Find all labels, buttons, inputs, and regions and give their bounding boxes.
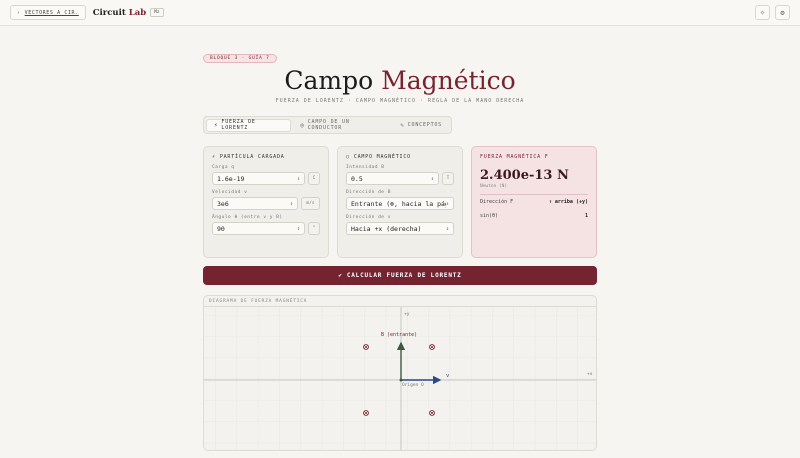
result-card-title: FUERZA MAGNÉTICA F <box>480 154 549 160</box>
velocity-unit: m/s <box>301 197 320 210</box>
chevron-left-icon: ‹ <box>17 9 21 16</box>
magnetic-field-card: ○ CAMPO MAGNÉTICO Intensidad B 0.5 ⇕ T D… <box>337 146 463 258</box>
field-card-title: ○ CAMPO MAGNÉTICO <box>346 154 454 160</box>
b-direction-select[interactable]: Entrante (⊗, hacia la página) ⇕ <box>346 197 454 210</box>
gear-icon: ⚙ <box>780 8 785 17</box>
brand-badge: Mz <box>150 8 164 17</box>
force-direction-value: ↑ arriba (+y) <box>548 199 588 205</box>
title-accent: Magnético <box>381 66 516 95</box>
tab-label: CONCEPTOS <box>407 122 442 128</box>
velocity-value: 3e6 <box>217 199 229 208</box>
stepper-icon[interactable]: ⇕ <box>297 176 300 182</box>
tab-lorentz-force[interactable]: ⚡ FUERZA DE LORENTZ <box>206 118 292 132</box>
brand-logo: Circuit Lab <box>93 8 146 18</box>
intensity-unit: T <box>442 172 454 185</box>
b-field-label: B (entrante) <box>381 332 417 338</box>
origin-label: Origen O <box>402 382 424 388</box>
tab-label: CAMPO DE UN CONDUCTOR <box>307 119 350 131</box>
angle-input[interactable]: 90 ⇕ <box>212 222 305 235</box>
force-direction-row: Dirección F ↑ arriba (+y) <box>480 194 588 209</box>
target-icon: ◎ <box>300 121 305 129</box>
page-title: Campo Magnético <box>0 66 800 95</box>
title-main: Campo <box>284 66 382 95</box>
v-direction-select[interactable]: Hacia +x (derecha) ⇕ <box>346 222 454 235</box>
angle-value: 90 <box>217 224 225 233</box>
intensity-label: Intensidad B <box>346 165 385 170</box>
v-direction-label: Dirección de v <box>346 215 391 220</box>
circle-icon: ○ <box>346 154 350 160</box>
origin-point <box>399 378 403 382</box>
settings-button[interactable]: ⚙ <box>775 5 790 20</box>
force-diagram: DIAGRAMA DE FUERZA MAGNÉTICA +y +x B (en… <box>203 295 597 451</box>
check-icon: ✔ <box>338 272 343 279</box>
charge-value: 1.6e-19 <box>217 174 245 183</box>
charge-label: Carga q <box>212 165 235 170</box>
select-arrows-icon: ⇕ <box>445 225 449 232</box>
select-arrows-icon: ⇕ <box>445 200 449 207</box>
tab-concepts[interactable]: ✎ CONCEPTOS <box>393 119 449 132</box>
x-axis-label: +x <box>587 372 593 377</box>
force-units: Newton (N) <box>480 184 508 189</box>
angle-unit: ° <box>308 222 320 235</box>
pencil-icon: ✎ <box>400 121 405 129</box>
force-value: 2.400e-13 N <box>480 168 569 183</box>
v-direction-value: Hacia +x (derecha) <box>351 224 422 233</box>
velocity-label: Velocidad v <box>212 190 248 195</box>
tab-conductor-field[interactable]: ◎ CAMPO DE UN CONDUCTOR <box>293 119 391 132</box>
diagram-title: DIAGRAMA DE FUERZA MAGNÉTICA <box>204 296 596 307</box>
angle-label: Ángulo θ (entre v y B) <box>212 215 283 220</box>
charge-input[interactable]: 1.6e-19 ⇕ <box>212 172 305 185</box>
page-subtitle: FUERZA DE LORENTZ · CAMPO MAGNÉTICO · RE… <box>275 98 525 104</box>
stepper-icon[interactable]: ⇕ <box>290 201 293 207</box>
tab-label: FUERZA DE LORENTZ <box>221 119 256 131</box>
particle-title-text: PARTÍCULA CARGADA <box>219 154 285 160</box>
top-bar: ‹ VECTORES A CIR. Circuit Lab Mz ☼ ⚙ <box>0 0 800 26</box>
section-tag: BLOQUE 3 · GUÍA 7 <box>203 54 277 63</box>
brand-accent: Lab <box>128 7 147 18</box>
intensity-value: 0.5 <box>351 174 363 183</box>
theme-toggle-button[interactable]: ☼ <box>755 5 770 20</box>
velocity-input[interactable]: 3e6 ⇕ <box>212 197 298 210</box>
stepper-icon[interactable]: ⇕ <box>297 226 300 232</box>
tab-bar: ⚡ FUERZA DE LORENTZ ◎ CAMPO DE UN CONDUC… <box>203 116 452 134</box>
calculate-button-label: CALCULAR FUERZA DE LORENTZ <box>346 272 462 279</box>
b-direction-value: Entrante (⊗, hacia la página) <box>351 199 446 208</box>
sin-row: sin(θ) 1 <box>480 209 588 223</box>
calculate-button[interactable]: ✔ CALCULAR FUERZA DE LORENTZ <box>203 266 597 285</box>
sin-label: sin(θ) <box>480 213 499 219</box>
force-direction-label: Dirección F <box>480 199 514 205</box>
diagram-canvas: +y +x B (entrante) v Origen O <box>204 307 596 450</box>
back-button-label: VECTORES A CIR. <box>24 9 79 16</box>
stepper-icon[interactable]: ⇕ <box>431 176 434 182</box>
intensity-input[interactable]: 0.5 ⇕ <box>346 172 439 185</box>
bolt-icon: ⚡ <box>214 121 219 129</box>
particle-card: ⚡ PARTÍCULA CARGADA Carga q 1.6e-19 ⇕ C … <box>203 146 329 258</box>
brand-main: Circuit <box>92 7 126 18</box>
y-axis-label: +y <box>404 312 410 317</box>
charge-unit: C <box>308 172 320 185</box>
sun-icon: ☼ <box>760 8 765 17</box>
bolt-icon: ⚡ <box>212 154 216 160</box>
force-result-card: FUERZA MAGNÉTICA F 2.400e-13 N Newton (N… <box>471 146 597 258</box>
particle-card-title: ⚡ PARTÍCULA CARGADA <box>212 154 320 160</box>
field-title-text: CAMPO MAGNÉTICO <box>353 154 411 160</box>
back-button[interactable]: ‹ VECTORES A CIR. <box>10 5 86 20</box>
b-direction-label: Dirección de B <box>346 190 391 195</box>
sin-value: 1 <box>584 213 588 219</box>
